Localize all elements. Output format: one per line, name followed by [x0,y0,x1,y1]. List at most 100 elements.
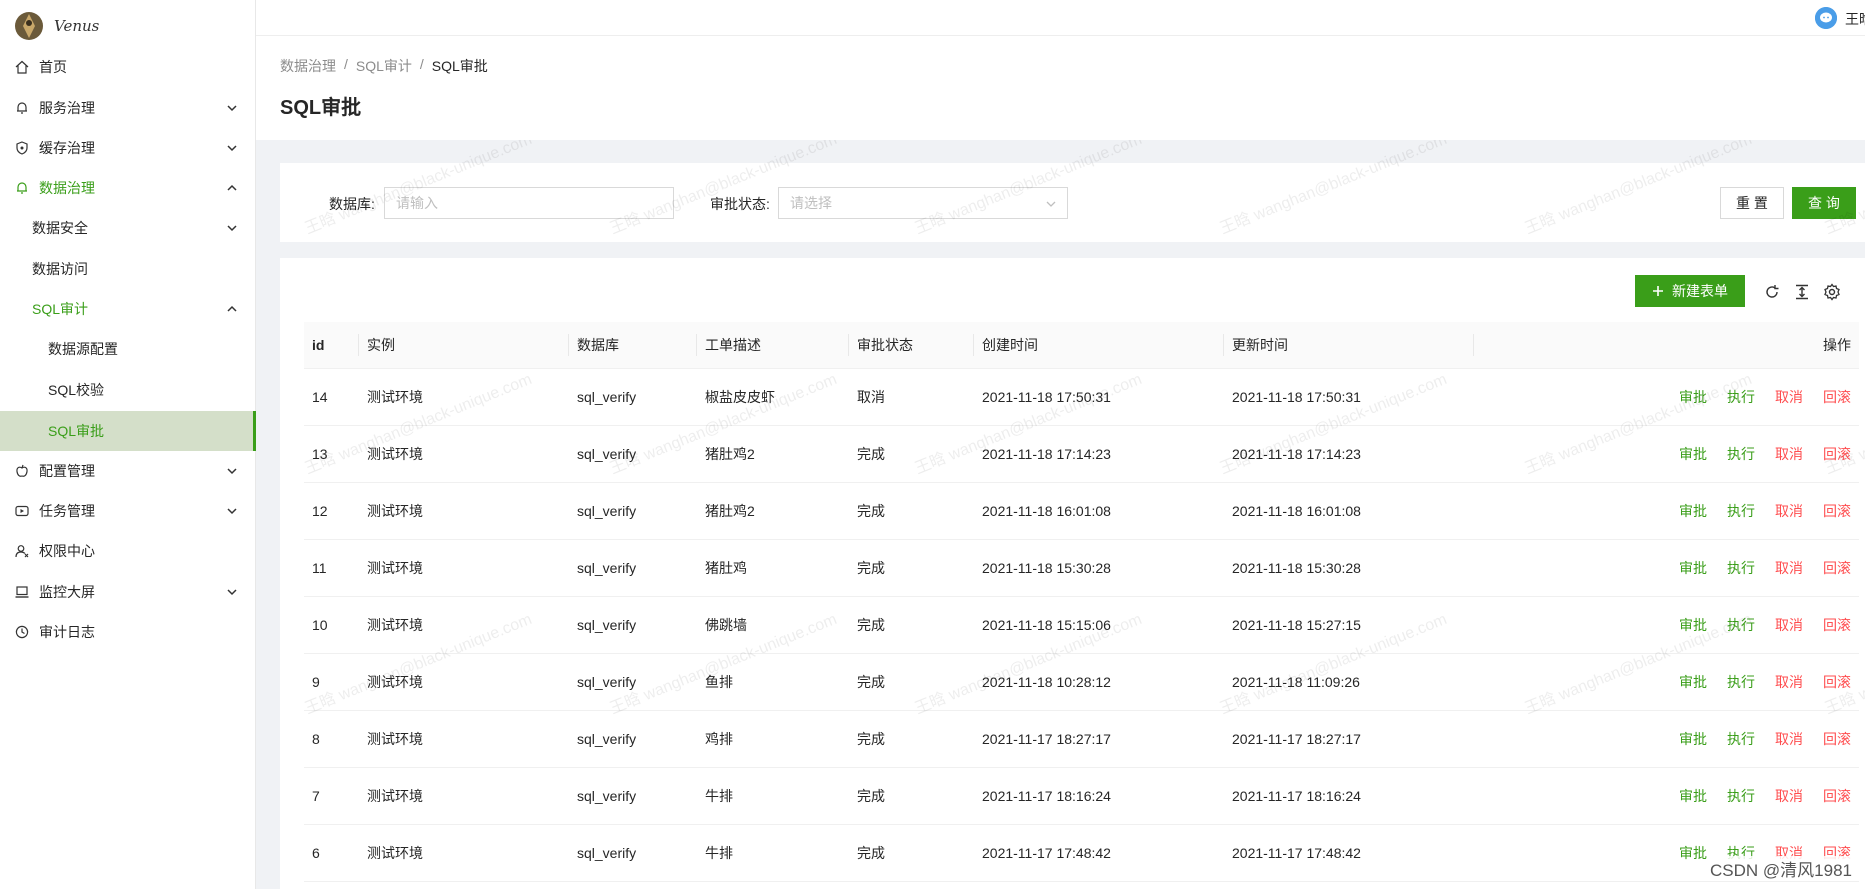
approve-link[interactable]: 审批 [1679,843,1707,863]
user-name[interactable]: 王晗 [1845,9,1865,29]
cell-database: sql_verify [569,482,697,540]
execute-link[interactable]: 执行 [1727,444,1755,464]
cell-id: 9 [304,653,359,711]
cell-description: 猪肚鸡2 [697,425,849,483]
approve-link[interactable]: 审批 [1679,729,1707,749]
status-select[interactable]: 请选择 [778,187,1068,219]
sidebar-item-datasource-config[interactable]: 数据源配置 [0,329,256,369]
cell-status: 完成 [849,482,974,540]
monitor-icon [14,584,30,600]
col-header-instance: 实例 [359,322,569,369]
cell-created: 2021-11-17 18:27:17 [974,710,1224,768]
sidebar-item-cache[interactable]: 缓存治理 [0,128,256,168]
db-search-input[interactable]: 请输入 [384,187,674,219]
rollback-link[interactable]: 回滚 [1823,501,1851,521]
cell-created: 2021-11-17 18:16:24 [974,767,1224,825]
shield-icon [14,140,30,156]
approve-link[interactable]: 审批 [1679,558,1707,578]
rollback-link[interactable]: 回滚 [1823,729,1851,749]
approve-link[interactable]: 审批 [1679,387,1707,407]
sidebar-item-permission[interactable]: 权限中心 [0,531,256,571]
table-row: 11 测试环境 sql_verify 猪肚鸡 完成 2021-11-18 15:30:28… [304,539,1859,597]
cell-description: 鸡排 [697,710,849,768]
column-height-icon[interactable] [1793,283,1811,301]
sidebar-item-task[interactable]: 任务管理 [0,491,256,531]
cell-updated: 2021-11-18 16:01:08 [1224,482,1474,540]
cell-created: 2021-11-18 16:01:08 [974,482,1224,540]
sidebar-item-sql-audit[interactable]: SQL审计 [0,289,256,329]
cell-instance: 测试环境 [359,824,569,882]
new-form-button[interactable]: 新建表单 [1635,275,1745,307]
cell-description: 猪肚鸡 [697,539,849,597]
chevron-down-icon [227,508,237,515]
rollback-link[interactable]: 回滚 [1823,558,1851,578]
cell-actions: 审批 执行 取消 回滚 [1474,539,1859,597]
sidebar-item-data-governance[interactable]: 数据治理 [0,168,256,208]
cancel-link[interactable]: 取消 [1775,558,1803,578]
approve-link[interactable]: 审批 [1679,615,1707,635]
breadcrumb-item[interactable]: 数据治理 [280,56,336,76]
breadcrumb-item[interactable]: SQL审计 [356,56,412,76]
cancel-link[interactable]: 取消 [1775,729,1803,749]
setting-icon[interactable] [1823,283,1841,301]
cell-updated: 2021-11-18 17:14:23 [1224,425,1474,483]
table-row: 13 测试环境 sql_verify 猪肚鸡2 完成 2021-11-18 17:14:2… [304,425,1859,483]
cell-created: 2021-11-18 10:28:12 [974,653,1224,711]
cell-status: 取消 [849,368,974,426]
sidebar-item-monitor[interactable]: 监控大屏 [0,572,256,612]
approve-link[interactable]: 审批 [1679,786,1707,806]
execute-link[interactable]: 执行 [1727,615,1755,635]
execute-link[interactable]: 执行 [1727,672,1755,692]
sidebar-item-audit-log[interactable]: 审计日志 [0,612,256,652]
sidebar-item-label: 数据访问 [32,261,88,277]
cell-actions: 审批 执行 取消 回滚 [1474,425,1859,483]
sidebar-item-data-access[interactable]: 数据访问 [0,249,256,289]
cell-updated: 2021-11-17 18:16:24 [1224,767,1474,825]
rollback-link[interactable]: 回滚 [1823,387,1851,407]
cell-instance: 测试环境 [359,653,569,711]
rollback-link[interactable]: 回滚 [1823,672,1851,692]
cell-description: 佛跳墙 [697,596,849,654]
sidebar-item-home[interactable]: 首页 [0,47,256,87]
rollback-link[interactable]: 回滚 [1823,615,1851,635]
logo[interactable]: Venus [0,0,255,52]
cancel-link[interactable]: 取消 [1775,786,1803,806]
query-button[interactable]: 查 询 [1792,187,1856,219]
table-row: 7 测试环境 sql_verify 牛排 完成 2021-11-17 18:16:24 20… [304,767,1859,825]
cell-actions: 审批 执行 取消 回滚 [1474,368,1859,426]
sidebar-item-label: SQL校验 [48,382,105,398]
execute-link[interactable]: 执行 [1727,558,1755,578]
sidebar-item-sql-verify[interactable]: SQL校验 [0,370,256,410]
rollback-link[interactable]: 回滚 [1823,444,1851,464]
cancel-link[interactable]: 取消 [1775,444,1803,464]
execute-link[interactable]: 执行 [1727,729,1755,749]
cell-actions: 审批 执行 取消 回滚 [1474,767,1859,825]
cancel-link[interactable]: 取消 [1775,387,1803,407]
avatar[interactable] [1815,7,1837,29]
cancel-link[interactable]: 取消 [1775,672,1803,692]
cell-id: 11 [304,539,359,597]
sidebar-item-service[interactable]: 服务治理 [0,88,256,128]
cell-updated: 2021-11-18 11:09:26 [1224,653,1474,711]
rollback-link[interactable]: 回滚 [1823,786,1851,806]
cancel-link[interactable]: 取消 [1775,615,1803,635]
cell-updated: 2021-11-17 18:27:17 [1224,710,1474,768]
sidebar: Venus 首页 服务治理 缓存治理 数据治理 数据安全 数据访问 SQL审计 … [0,0,256,889]
approve-link[interactable]: 审批 [1679,444,1707,464]
approve-link[interactable]: 审批 [1679,672,1707,692]
execute-link[interactable]: 执行 [1727,387,1755,407]
execute-link[interactable]: 执行 [1727,501,1755,521]
cell-created: 2021-11-17 17:48:42 [974,824,1224,882]
reset-button[interactable]: 重 置 [1720,187,1784,219]
cell-status: 完成 [849,710,974,768]
approve-link[interactable]: 审批 [1679,501,1707,521]
sidebar-item-label: 监控大屏 [39,584,95,600]
sidebar-item-label: 数据安全 [32,220,88,236]
execute-link[interactable]: 执行 [1727,786,1755,806]
sidebar-item-data-security[interactable]: 数据安全 [0,208,256,248]
cancel-link[interactable]: 取消 [1775,501,1803,521]
col-header-status: 审批状态 [849,322,974,369]
sidebar-item-config[interactable]: 配置管理 [0,451,256,491]
sidebar-item-sql-approval[interactable]: SQL审批 [0,411,256,451]
reload-icon[interactable] [1763,283,1781,301]
